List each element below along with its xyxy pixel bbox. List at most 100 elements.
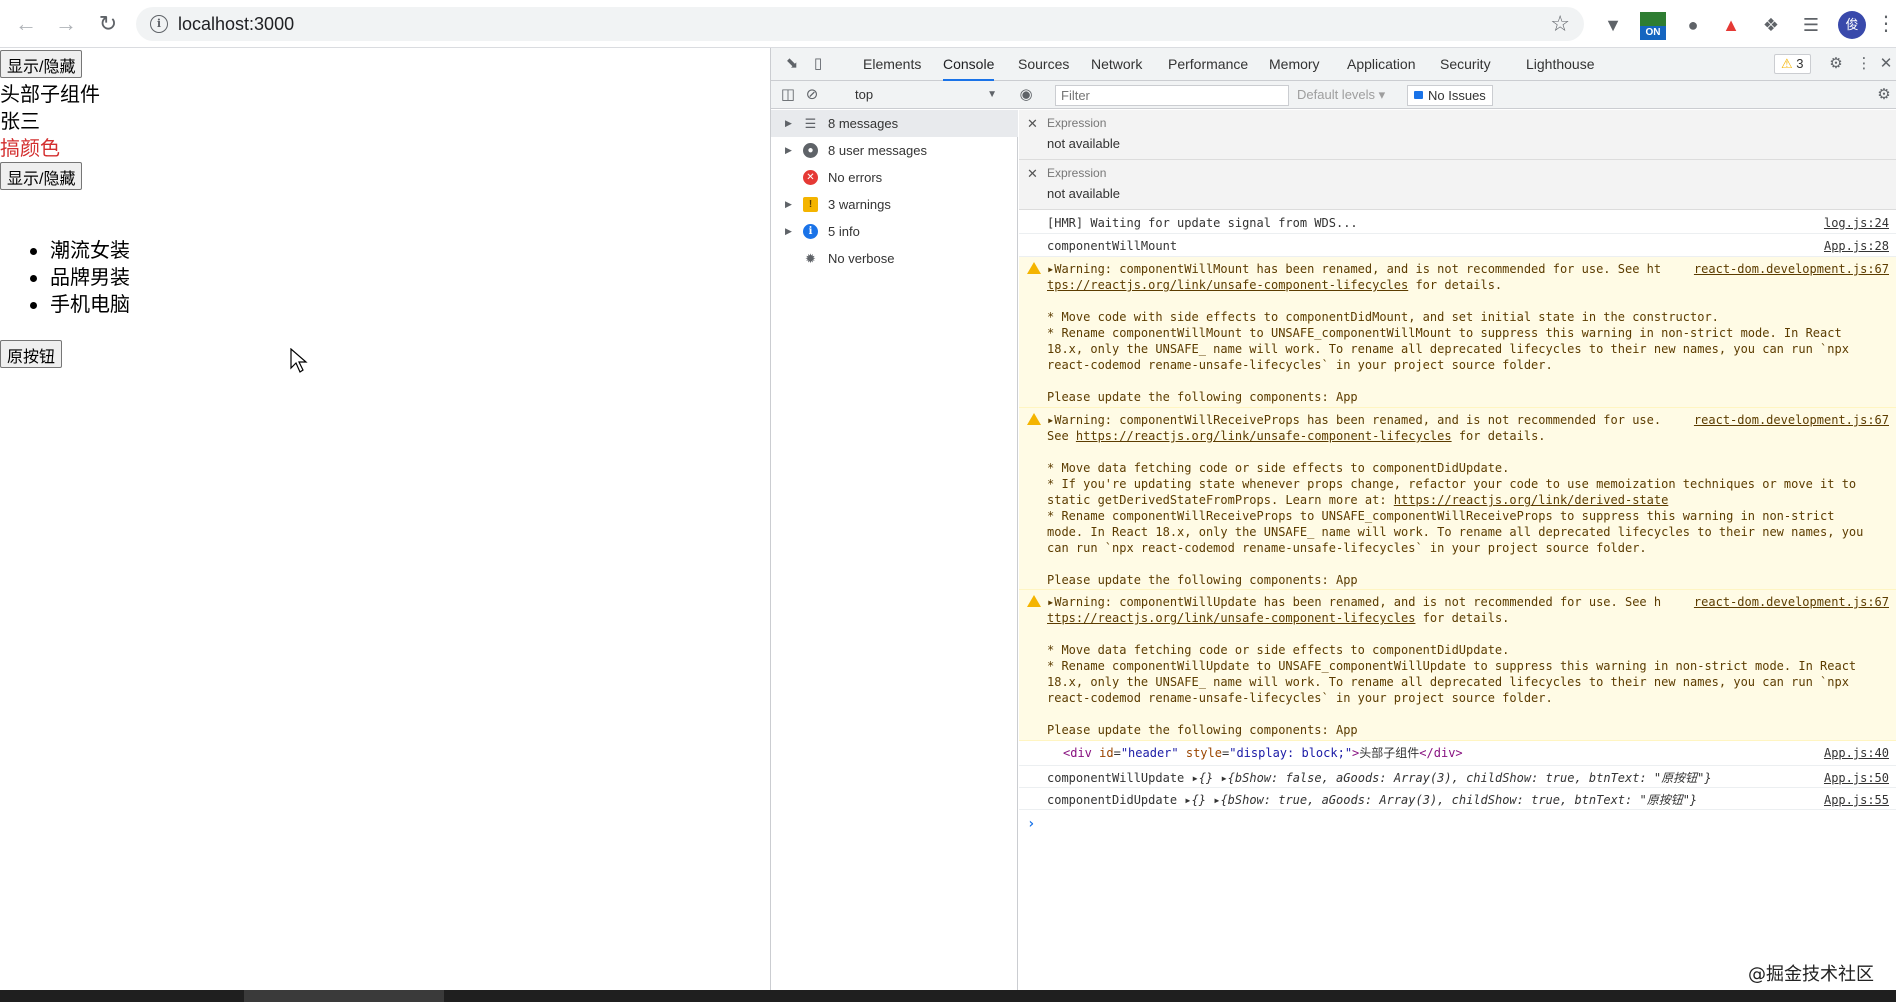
issues-button[interactable]: No Issues — [1407, 85, 1493, 106]
log-levels-dropdown[interactable]: Default levels ▾ — [1297, 85, 1385, 105]
source-link[interactable]: log.js:24 — [1824, 215, 1889, 231]
remove-expression-icon[interactable]: ✕ — [1027, 116, 1038, 132]
filter-input[interactable]: Filter — [1055, 85, 1289, 106]
taskbar-active-item[interactable] — [244, 990, 444, 1002]
source-link[interactable]: react-dom.development.js:67 — [1694, 594, 1889, 610]
close-devtools-icon[interactable]: ✕ — [1877, 55, 1895, 73]
user-icon: ● — [803, 143, 818, 158]
sidebar-item-user-messages[interactable]: ▶ ● 8 user messages — [771, 137, 1018, 164]
reload-icon[interactable]: ↻ — [96, 12, 120, 36]
tab-elements[interactable]: Elements — [863, 48, 921, 81]
expand-triangle-icon[interactable]: ▶ — [785, 218, 792, 245]
error-icon: ✕ — [803, 170, 818, 185]
tab-memory[interactable]: Memory — [1269, 48, 1320, 81]
list-item: 品牌男装 — [24, 265, 130, 292]
attr-value: "header" — [1120, 746, 1179, 760]
tab-application[interactable]: Application — [1347, 48, 1416, 81]
list-icon: ☰ — [804, 116, 817, 131]
remove-expression-icon[interactable]: ✕ — [1027, 166, 1038, 182]
tab-sources[interactable]: Sources — [1018, 48, 1069, 81]
element-content: 头部子组件 — [1359, 746, 1420, 760]
sidebar-toggle-icon[interactable]: ◫ — [779, 86, 797, 104]
sidebar-item-errors[interactable]: ✕ No errors — [771, 164, 1018, 191]
forward-arrow-icon[interactable]: → — [54, 12, 78, 36]
source-link[interactable]: App.js:40 — [1824, 745, 1889, 761]
settings-gear-icon[interactable]: ⚙ — [1827, 55, 1845, 73]
expand-triangle-icon[interactable]: ▶ — [785, 191, 792, 218]
sidebar-item-info[interactable]: ▶ i 5 info — [771, 218, 1018, 245]
original-button[interactable]: 原按钮 — [0, 340, 63, 368]
expand-triangle-icon[interactable]: ▸ — [1220, 771, 1227, 785]
back-arrow-icon[interactable]: ← — [14, 12, 38, 36]
source-link[interactable]: App.js:55 — [1824, 792, 1889, 808]
sidebar-item-warnings[interactable]: ▶ ! 3 warnings — [771, 191, 1018, 218]
docs-link[interactable]: tps://reactjs.org/link/unsafe-component-… — [1047, 278, 1408, 292]
expand-triangle-icon[interactable]: ▸ — [1192, 771, 1199, 785]
live-expression-eye-icon[interactable]: ◉ — [1017, 86, 1035, 104]
warning-line: can run `npx react-codemod rename-unsafe… — [1047, 541, 1647, 555]
address-bar[interactable]: i localhost:3000 ☆ — [136, 7, 1584, 41]
devtools-menu-icon[interactable]: ⋮ — [1855, 55, 1873, 73]
profile-avatar[interactable]: 俊 — [1838, 11, 1866, 39]
browser-menu-icon[interactable]: ⋮ — [1876, 12, 1896, 36]
warning-line: * If you're updating state whenever prop… — [1047, 477, 1857, 491]
extensions-puzzle-icon[interactable]: ❖ — [1758, 12, 1784, 38]
sidebar-item-messages[interactable]: ▶ ☰ 8 messages — [771, 110, 1018, 137]
docs-link[interactable]: https://reactjs.org/link/unsafe-componen… — [1076, 429, 1452, 443]
warning-message: ▸Warning: componentWillMount has been re… — [1019, 257, 1896, 408]
tab-security[interactable]: Security — [1440, 48, 1491, 81]
extension-on-icon[interactable]: ON — [1640, 12, 1666, 40]
warning-icon — [1027, 262, 1041, 274]
attr-value: "display: block;" — [1229, 746, 1353, 760]
info-icon: i — [803, 224, 818, 239]
docs-link[interactable]: https://reactjs.org/link/derived-state — [1394, 493, 1669, 507]
console-message: [HMR] Waiting for update signal from WDS… — [1019, 211, 1896, 234]
tab-network[interactable]: Network — [1091, 48, 1142, 81]
expression-title[interactable]: Expression — [1047, 166, 1106, 180]
console-prompt-chevron-icon[interactable]: › — [1027, 816, 1035, 832]
props-object[interactable]: {} — [1192, 793, 1206, 807]
media-queue-icon[interactable]: ☰ — [1798, 12, 1824, 38]
live-expression: ✕ Expression not available — [1019, 110, 1896, 160]
warning-line: for details. — [1408, 278, 1503, 292]
inspect-element-icon[interactable]: ⬊ — [783, 55, 801, 73]
warnings-badge[interactable]: ⚠ 3 — [1774, 54, 1811, 74]
message-text: componentWillMount — [1047, 239, 1178, 253]
tab-console[interactable]: Console — [943, 48, 995, 81]
expression-title[interactable]: Expression — [1047, 116, 1106, 130]
sidebar-item-verbose[interactable]: ✹ No verbose — [771, 245, 1018, 272]
source-link[interactable]: react-dom.development.js:67 — [1694, 412, 1889, 428]
expand-triangle-icon[interactable]: ▸ — [1184, 793, 1191, 807]
sidebar-item-label: 8 user messages — [828, 143, 927, 158]
tab-lighthouse[interactable]: Lighthouse — [1526, 48, 1595, 81]
warning-line: react-codemod rename-unsafe-lifecycles` … — [1047, 358, 1553, 372]
bookmark-star-icon[interactable]: ☆ — [1550, 11, 1570, 37]
extension-balls-icon[interactable]: ● — [1680, 12, 1706, 38]
console-settings-icon[interactable]: ⚙ — [1875, 86, 1893, 104]
warning-line: See — [1047, 429, 1076, 443]
toggle-list-button[interactable]: 显示/隐藏 — [0, 162, 83, 190]
console-message: <div id="header" style="display: block;"… — [1019, 741, 1896, 766]
element-preview[interactable]: <div id="header" style="display: block;"… — [1063, 745, 1463, 761]
source-link[interactable]: App.js:50 — [1824, 770, 1889, 786]
state-object[interactable]: {bShow: true, aGoods: Array(3), childSho… — [1220, 793, 1697, 807]
site-info-icon[interactable]: i — [150, 15, 168, 33]
toggle-header-button[interactable]: 显示/隐藏 — [0, 50, 83, 78]
source-link[interactable]: react-dom.development.js:67 — [1694, 261, 1889, 277]
clear-console-icon[interactable]: ⊘ — [803, 86, 821, 104]
expand-triangle-icon[interactable]: ▶ — [785, 110, 792, 137]
vue-devtools-icon[interactable]: ▼ — [1600, 12, 1626, 38]
extension-on-label: ON — [1640, 26, 1666, 40]
source-link[interactable]: App.js:28 — [1824, 238, 1889, 254]
extension-red-icon[interactable]: ▲ — [1718, 12, 1744, 38]
expand-triangle-icon[interactable]: ▶ — [785, 137, 792, 164]
list-item: 手机电脑 — [24, 292, 130, 319]
context-selector[interactable]: top ▼ — [851, 85, 1001, 105]
props-object[interactable]: {} — [1199, 771, 1213, 785]
color-text: 搞颜色 — [0, 138, 60, 160]
warning-line: Warning: componentWillMount has been ren… — [1054, 262, 1662, 276]
docs-link[interactable]: ttps://reactjs.org/link/unsafe-component… — [1047, 611, 1415, 625]
tab-performance[interactable]: Performance — [1168, 48, 1248, 81]
device-toolbar-icon[interactable]: ▯ — [809, 55, 827, 73]
state-object[interactable]: {bShow: false, aGoods: Array(3), childSh… — [1228, 771, 1712, 785]
